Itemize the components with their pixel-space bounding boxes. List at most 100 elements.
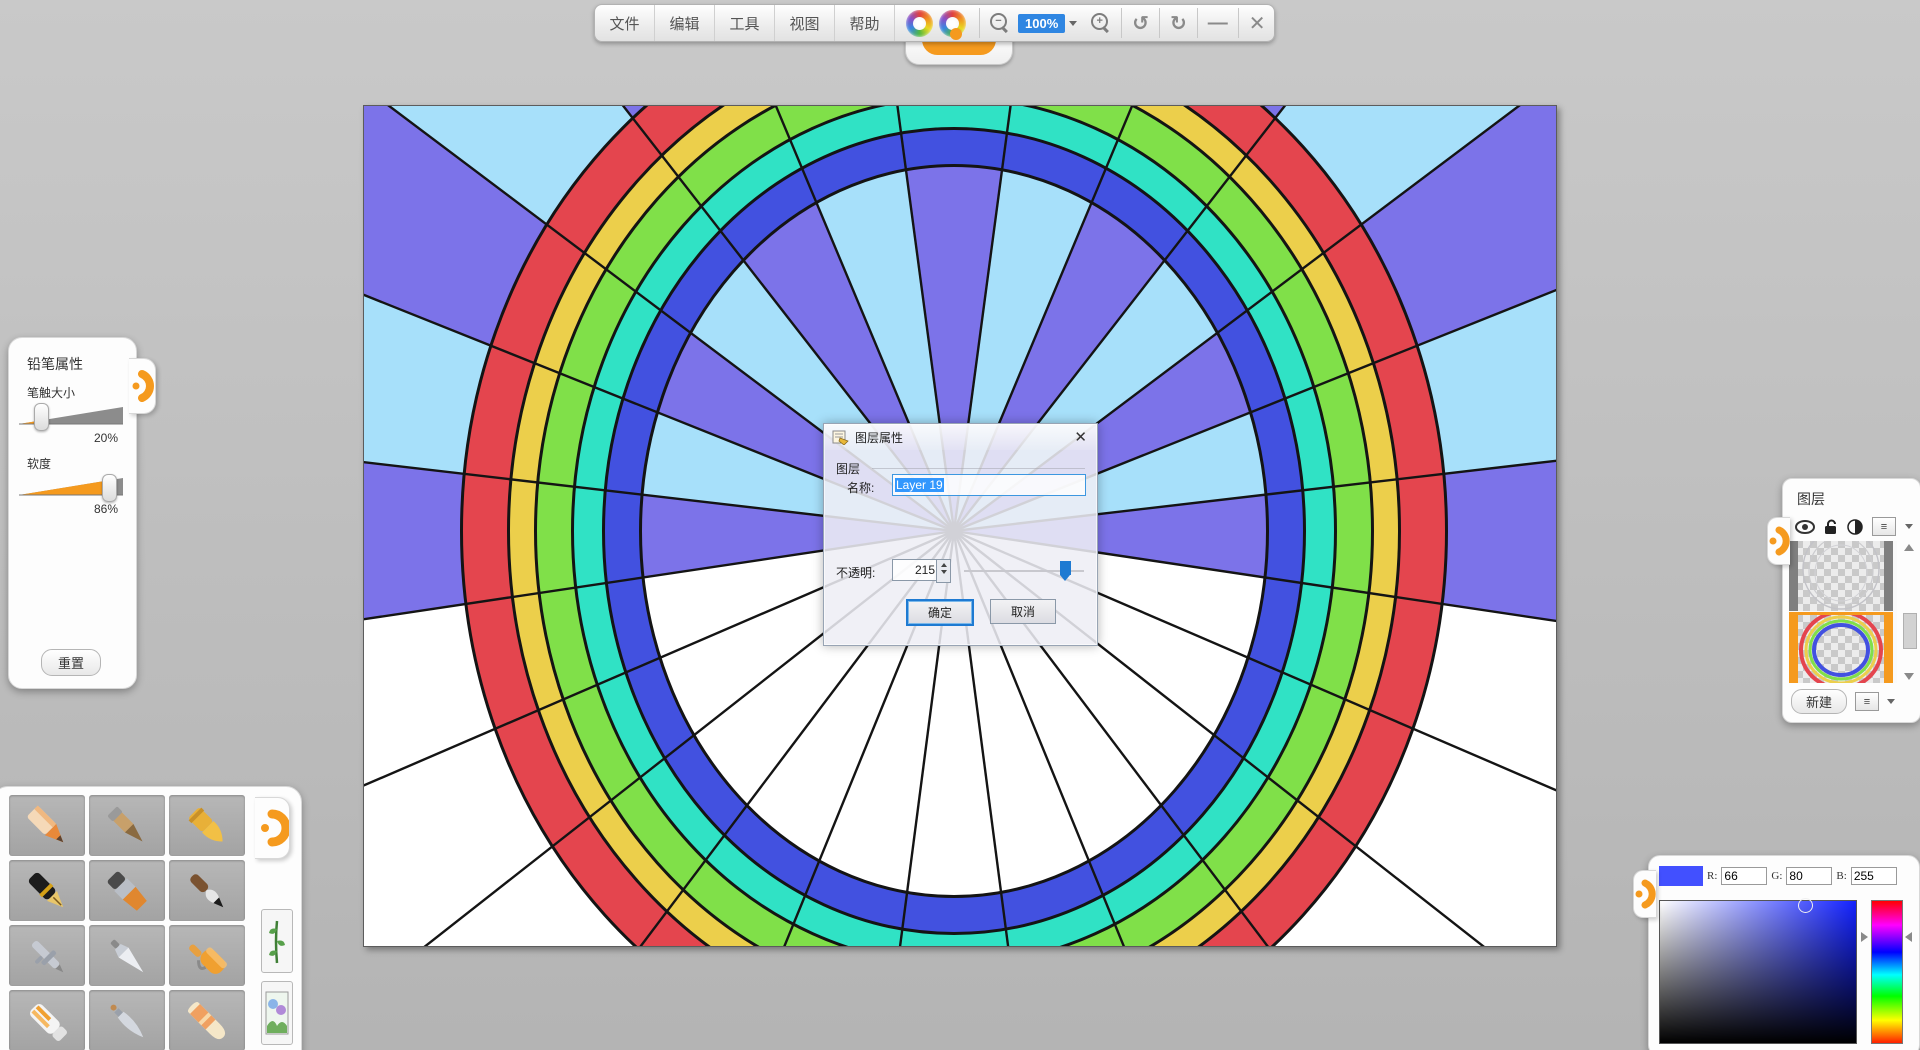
layer-lock-icon[interactable] — [1824, 519, 1838, 535]
new-layer-button[interactable]: 新建 — [1791, 689, 1847, 714]
blue-label: B: — [1836, 870, 1846, 882]
scroll-up-icon[interactable] — [1904, 544, 1914, 551]
sv-cursor-icon[interactable] — [1798, 898, 1813, 913]
color-picker-handle[interactable] — [1633, 870, 1656, 918]
toolbar-separator — [1159, 8, 1160, 38]
tool-paint-roller[interactable] — [169, 925, 245, 986]
spin-up-icon[interactable] — [941, 563, 947, 567]
close-button[interactable]: ✕ — [1241, 5, 1274, 41]
eraser-icon — [178, 996, 236, 1046]
menu-edit[interactable]: 编辑 — [655, 5, 715, 41]
menu-view[interactable]: 视图 — [775, 5, 835, 41]
scroll-down-icon[interactable] — [1904, 673, 1914, 680]
blue-input[interactable] — [1851, 867, 1897, 885]
tool-flat-brush[interactable] — [89, 860, 165, 921]
softness-label: 软度 — [27, 455, 136, 472]
green-input[interactable] — [1786, 867, 1832, 885]
layer-item-rainbow[interactable] — [1789, 612, 1893, 683]
layer-menu-button[interactable]: ≡ — [1872, 517, 1896, 536]
layers-panel-handle[interactable] — [1767, 517, 1790, 565]
hue-strip[interactable] — [1871, 900, 1903, 1044]
softness-slider[interactable] — [17, 474, 127, 500]
zoom-in-button[interactable]: + — [1083, 5, 1119, 41]
crayon-icon — [178, 801, 236, 851]
hamburger-icon: ≡ — [1881, 521, 1887, 533]
pencil-panel-title: 铅笔属性 — [27, 354, 136, 374]
hue-marker-left-icon[interactable] — [1861, 932, 1868, 942]
rainbow-thumbnail — [1789, 615, 1893, 683]
ok-button[interactable]: 确定 — [906, 599, 974, 626]
current-color-swatch — [1659, 866, 1703, 886]
tool-crayon[interactable] — [169, 795, 245, 856]
nature-brushes-tab[interactable] — [261, 909, 293, 973]
tool-palette-panel — [0, 786, 302, 1050]
charcoal-icon — [98, 801, 156, 851]
redo-button[interactable]: ↻ — [1162, 5, 1195, 41]
scrollbar-thumb[interactable] — [1903, 613, 1917, 649]
tool-airbrush[interactable] — [9, 925, 85, 986]
tool-eraser[interactable] — [169, 990, 245, 1050]
fountain-pen-icon — [18, 866, 76, 916]
tool-paint-jar[interactable] — [9, 990, 85, 1050]
clown-eye-left-icon[interactable] — [895, 5, 977, 41]
brush-size-slider[interactable] — [17, 403, 127, 429]
spin-down-icon[interactable] — [941, 570, 947, 574]
group-separator — [872, 468, 1085, 469]
layer-visibility-eye-icon[interactable] — [1795, 520, 1815, 534]
zoom-out-button[interactable]: − — [982, 5, 1018, 41]
undo-button[interactable]: ↺ — [1124, 5, 1157, 41]
menu-tools[interactable]: 工具 — [715, 5, 775, 41]
airbrush-icon — [18, 931, 76, 981]
layers-bottom-caret-icon[interactable] — [1887, 699, 1895, 704]
dialog-titlebar[interactable]: 图层属性 ✕ — [824, 424, 1097, 450]
brush-size-slider-thumb[interactable] — [34, 403, 49, 431]
tool-palette-handle[interactable] — [255, 797, 290, 859]
close-icon: ✕ — [1249, 11, 1266, 36]
tool-charcoal[interactable] — [89, 795, 165, 856]
reset-button[interactable]: 重置 — [41, 649, 101, 676]
dialog-close-icon[interactable]: ✕ — [1074, 428, 1087, 446]
pencil-icon — [18, 801, 76, 851]
opacity-spinbox[interactable]: 215 — [892, 559, 938, 581]
zoom-dropdown-caret-icon[interactable] — [1069, 21, 1077, 26]
softness-slider-thumb[interactable] — [102, 474, 117, 502]
red-input[interactable] — [1721, 867, 1767, 885]
saturation-value-square[interactable] — [1659, 900, 1857, 1044]
minimize-button[interactable]: — — [1200, 5, 1236, 41]
tool-pencil[interactable] — [9, 795, 85, 856]
opacity-slider-thumb[interactable] — [1060, 561, 1071, 575]
tool-fountain-pen[interactable] — [9, 860, 85, 921]
orange-grip-icon — [1634, 871, 1656, 917]
zoom-in-icon: + — [1091, 13, 1111, 33]
opacity-slider-track[interactable] — [964, 570, 1084, 572]
opacity-label: 不透明: — [836, 564, 875, 581]
layers-panel-title: 图层 — [1797, 489, 1920, 509]
zoom-out-icon: − — [990, 13, 1010, 33]
orange-grip-icon — [129, 359, 155, 413]
pencil-panel-handle[interactable] — [129, 358, 156, 414]
opacity-spinner-buttons[interactable] — [936, 559, 951, 583]
stamps-tab[interactable] — [261, 981, 293, 1045]
layers-bottom-menu-button[interactable]: ≡ — [1855, 692, 1879, 711]
layer-menu-caret-icon[interactable] — [1905, 524, 1913, 529]
menu-help[interactable]: 帮助 — [835, 5, 895, 41]
layer-name-input[interactable]: Layer 19 — [892, 474, 1086, 496]
cancel-button[interactable]: 取消 — [990, 599, 1056, 624]
softness-value: 86% — [9, 502, 118, 516]
zoom-level-indicator[interactable]: 100% — [1018, 14, 1065, 33]
layer-opacity-icon[interactable] — [1847, 519, 1863, 535]
hue-marker-right-icon[interactable] — [1905, 932, 1912, 942]
dialog-title: 图层属性 — [855, 429, 903, 446]
tool-ink-brush[interactable] — [169, 860, 245, 921]
tool-grid — [9, 795, 245, 1050]
tool-palette-knife[interactable] — [89, 925, 165, 986]
menu-file[interactable]: 文件 — [595, 5, 655, 41]
layer-item-sketch[interactable] — [1789, 541, 1893, 611]
paint-roller-icon — [178, 931, 236, 981]
quill-knife-icon — [98, 996, 156, 1046]
undo-icon: ↺ — [1132, 11, 1149, 36]
main-toolbar: 文件 编辑 工具 视图 帮助 − 100% + ↺ ↻ — ✕ — [594, 4, 1275, 42]
layers-scrollbar[interactable] — [1902, 541, 1916, 683]
tool-quill-knife[interactable] — [89, 990, 165, 1050]
toolbar-separator — [1121, 8, 1122, 38]
